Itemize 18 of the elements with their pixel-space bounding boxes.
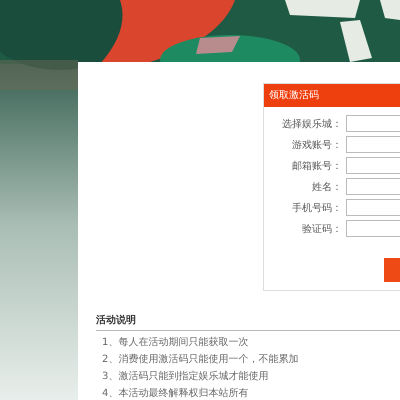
input-field[interactable] (346, 220, 400, 237)
rule-text: 1、每人在活动期间只能获取一次 (101, 336, 250, 350)
rule-text: 3、激活码只能到指定娱乐城才能使用 (101, 370, 270, 384)
field-label: 游戏账号： (291, 138, 342, 152)
field-label: 邮箱账号： (291, 160, 342, 172)
input-field[interactable] (346, 199, 400, 216)
input-field[interactable] (346, 115, 400, 132)
field-label: 验证码： (301, 222, 342, 236)
section-title: 活动说明 (96, 313, 400, 331)
rule-text: 4、本活动最终解释权归本站所有 (101, 386, 250, 400)
input-field[interactable] (346, 178, 400, 195)
field-label: 手机号码： (291, 202, 342, 214)
field-label: 姓名： (311, 180, 342, 194)
rule-text: 2、消费使用激活码只能使用一个，不能累加 (101, 352, 300, 367)
input-field[interactable] (346, 157, 400, 174)
field-label: 选择娱乐城： (281, 118, 342, 130)
input-field[interactable] (346, 136, 400, 153)
form-title: 领取激活码 (264, 84, 400, 107)
